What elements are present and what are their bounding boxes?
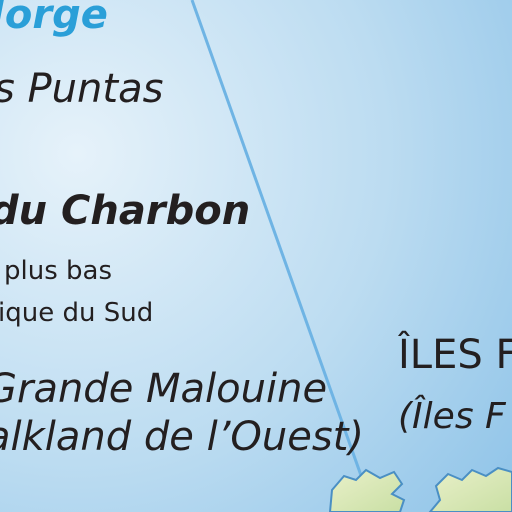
depth-note-line1: plus bas [4, 256, 112, 286]
basin-label: du Charbon [0, 188, 251, 234]
isles-label: ÎLES F [398, 332, 512, 378]
island-alt-label: alkland de l’Ouest) [0, 414, 364, 460]
cape-label: s Puntas [0, 66, 164, 112]
gulf-label: Jorge [0, 0, 108, 38]
isles-alt-label: (Îles F [398, 396, 506, 437]
island-label: Grande Malouine [0, 366, 328, 412]
depth-note-line2: ique du Sud [0, 298, 154, 328]
